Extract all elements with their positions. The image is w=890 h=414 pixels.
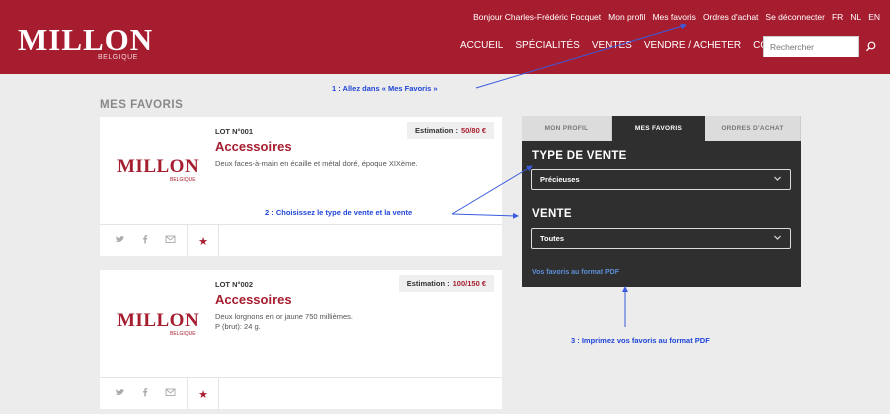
annotation-step-3: 3 : Imprimez vos favoris au format PDF bbox=[571, 336, 710, 345]
lot-title[interactable]: Accessoires bbox=[215, 292, 292, 307]
nav-specialties[interactable]: SPÉCIALITÉS bbox=[515, 40, 579, 51]
estimation-label: Estimation : bbox=[415, 126, 458, 135]
nav-sales[interactable]: VENTES bbox=[592, 40, 632, 51]
lot-description: Deux lorgnons en or jaune 750 millièmes.… bbox=[215, 312, 353, 331]
lang-en-link[interactable]: EN bbox=[868, 12, 880, 22]
logout-link[interactable]: Se déconnecter bbox=[765, 12, 825, 22]
lot-number: LOT N°001 bbox=[215, 127, 254, 136]
search-box bbox=[763, 36, 859, 57]
tab-my-profile[interactable]: MON PROFIL bbox=[522, 116, 612, 141]
sale-select[interactable]: Toutes bbox=[531, 228, 791, 249]
chevron-down-icon bbox=[774, 176, 781, 181]
facebook-icon[interactable] bbox=[140, 387, 150, 397]
lot-logo-sub: BELGIQUE bbox=[170, 331, 196, 337]
tab-my-favorites[interactable]: MES FAVORIS bbox=[612, 116, 705, 141]
site-logo-sub: BELGIQUE bbox=[98, 54, 138, 61]
lot-card: MILLON BELGIQUE LOT N°002 Estimation : 1… bbox=[100, 270, 502, 410]
mail-icon[interactable] bbox=[165, 234, 176, 244]
sale-type-value: Précieuses bbox=[540, 175, 580, 184]
share-icons bbox=[115, 387, 176, 397]
my-favorites-link[interactable]: Mes favoris bbox=[652, 12, 695, 22]
chevron-down-icon bbox=[774, 235, 781, 240]
favorite-toggle[interactable]: ★ bbox=[187, 225, 219, 257]
favorites-panel: MON PROFIL MES FAVORIS ORDRES D'ACHAT TY… bbox=[522, 116, 801, 287]
facebook-icon[interactable] bbox=[140, 234, 150, 244]
lot-description: Deux faces-à-main en écaille et métal do… bbox=[215, 159, 418, 168]
site-header: MILLON BELGIQUE Bonjour Charles-Frédéric… bbox=[0, 0, 890, 74]
panel-tabs: MON PROFIL MES FAVORIS ORDRES D'ACHAT bbox=[522, 116, 801, 141]
estimation-badge: Estimation : 50/80 € bbox=[407, 122, 494, 139]
nav-sell-buy[interactable]: VENDRE / ACHETER bbox=[644, 40, 741, 51]
sale-value: Toutes bbox=[540, 234, 565, 243]
mail-icon[interactable] bbox=[165, 387, 176, 397]
lot-logo: MILLON bbox=[117, 156, 200, 177]
top-utility-bar: Bonjour Charles-Frédéric Focquet Mon pro… bbox=[473, 12, 880, 22]
lot-number: LOT N°002 bbox=[215, 280, 254, 289]
estimation-badge: Estimation : 100/150 € bbox=[398, 275, 494, 292]
estimation-value: 50/80 € bbox=[460, 126, 486, 135]
lot-card-body[interactable]: MILLON BELGIQUE LOT N°002 Estimation : 1… bbox=[100, 270, 502, 377]
share-icons bbox=[115, 234, 176, 244]
lot-title[interactable]: Accessoires bbox=[215, 139, 292, 154]
lot-card-footer: ★ bbox=[100, 224, 502, 257]
star-icon: ★ bbox=[198, 388, 208, 401]
annotation-step-2: 2 : Choisissez le type de vente et la ve… bbox=[265, 208, 413, 217]
nav-home[interactable]: ACCUEIL bbox=[460, 40, 503, 51]
annotation-step-1: 1 : Allez dans « Mes Favoris » bbox=[332, 84, 438, 93]
my-profile-link[interactable]: Mon profil bbox=[608, 12, 645, 22]
sale-type-select[interactable]: Précieuses bbox=[531, 169, 791, 190]
search-button[interactable] bbox=[860, 36, 881, 57]
favorite-toggle[interactable]: ★ bbox=[187, 378, 219, 410]
main-nav: ACCUEIL SPÉCIALITÉS VENTES VENDRE / ACHE… bbox=[460, 40, 801, 51]
search-icon bbox=[866, 41, 876, 52]
sale-heading: VENTE bbox=[532, 208, 572, 220]
page-title: MES FAVORIS bbox=[100, 99, 184, 111]
site-logo[interactable]: MILLON bbox=[18, 24, 153, 55]
lot-logo-sub: BELGIQUE bbox=[170, 177, 196, 183]
lot-card: MILLON BELGIQUE LOT N°001 Estimation : 5… bbox=[100, 117, 502, 257]
star-icon: ★ bbox=[198, 235, 208, 248]
estimation-label: Estimation : bbox=[406, 279, 450, 288]
estimation-value: 100/150 € bbox=[452, 279, 486, 288]
pdf-export-link[interactable]: Vos favoris au format PDF bbox=[532, 269, 619, 276]
lang-nl-link[interactable]: NL bbox=[850, 12, 861, 22]
search-input[interactable] bbox=[764, 37, 858, 57]
lot-card-footer: ★ bbox=[100, 377, 502, 410]
lot-logo: MILLON bbox=[117, 310, 200, 331]
twitter-icon[interactable] bbox=[115, 387, 125, 397]
tab-purchase-orders[interactable]: ORDRES D'ACHAT bbox=[705, 116, 801, 141]
sale-type-heading: TYPE DE VENTE bbox=[532, 150, 627, 162]
lang-fr-link[interactable]: FR bbox=[832, 12, 843, 22]
purchase-orders-link[interactable]: Ordres d'achat bbox=[703, 12, 758, 22]
twitter-icon[interactable] bbox=[115, 234, 125, 244]
greeting-text: Bonjour Charles-Frédéric Focquet bbox=[473, 12, 602, 22]
